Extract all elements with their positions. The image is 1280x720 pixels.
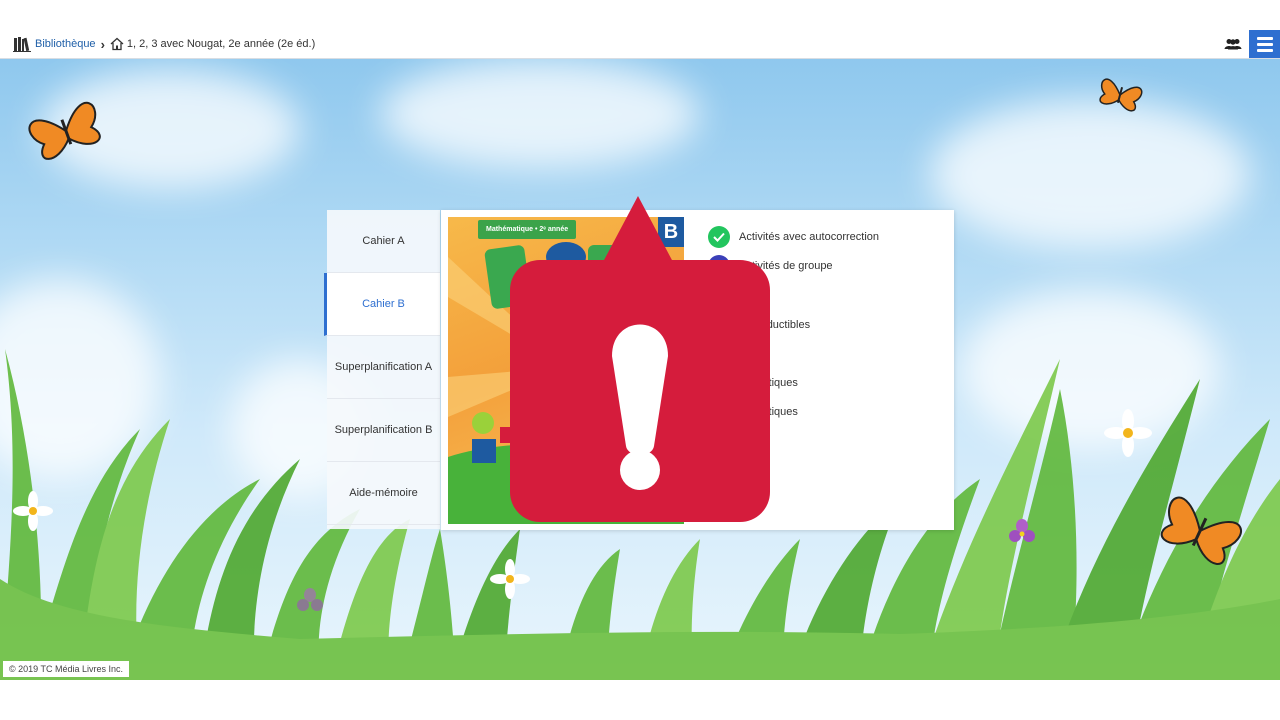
breadcrumb-library-link[interactable]: Bibliothèque: [35, 38, 96, 50]
large-alert-icon: [510, 196, 770, 522]
top-header: Bibliothèque › 1, 2, 3 avec Nougat, 2e a…: [0, 30, 1280, 59]
tab-cahier-a[interactable]: Cahier A: [327, 210, 440, 273]
library-books-icon[interactable]: [13, 36, 31, 52]
tab-aide-memoire[interactable]: Aide-mémoire: [327, 462, 440, 525]
menu-bar-icon: [1256, 36, 1273, 40]
tab-superplanification-b[interactable]: Superplanification B: [327, 399, 440, 462]
hamburger-menu-button[interactable]: [1249, 30, 1280, 58]
home-icon[interactable]: [110, 37, 124, 51]
users-icon: [1224, 39, 1242, 50]
resource-tabs: Cahier A Cahier B Superplanification A S…: [324, 210, 440, 529]
users-button[interactable]: [1217, 30, 1249, 58]
tab-superplanification-a[interactable]: Superplanification A: [327, 336, 440, 399]
breadcrumb-current: 1, 2, 3 avec Nougat, 2e année (2e éd.): [126, 38, 316, 50]
top-band: [0, 0, 1280, 30]
breadcrumb: Bibliothèque › 1, 2, 3 avec Nougat, 2e a…: [0, 36, 315, 52]
butterfly-icon: [1099, 78, 1143, 112]
copyright-text: © 2019 TC Média Livres Inc.: [3, 661, 130, 677]
menu-bar-icon: [1256, 42, 1273, 46]
menu-bar-icon: [1256, 48, 1273, 52]
butterfly-icon: [28, 101, 101, 160]
chevron-right-icon: ›: [100, 36, 105, 52]
bottom-band: [0, 680, 1280, 720]
header-actions: [1217, 30, 1280, 58]
tab-cahier-b[interactable]: Cahier B: [324, 273, 440, 336]
